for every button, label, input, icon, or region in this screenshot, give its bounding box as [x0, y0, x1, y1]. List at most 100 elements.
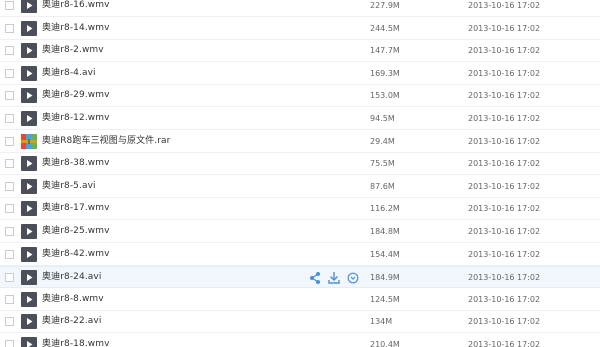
file-name[interactable]: 奥迪r8-38.wmv	[42, 157, 110, 170]
video-file-icon	[21, 156, 37, 172]
video-file-icon	[21, 65, 37, 81]
file-row[interactable]: 奥迪r8-14.wmv 244.5M 2013-10-16 17:02	[0, 17, 600, 40]
file-modified-date: 2013-10-16 17:02	[468, 136, 541, 146]
file-name[interactable]: 奥迪r8-2.wmv	[42, 44, 104, 57]
row-checkbox[interactable]	[5, 227, 14, 236]
video-file-icon	[21, 270, 37, 286]
file-name[interactable]: 奥迪r8-5.avi	[42, 180, 96, 193]
file-name[interactable]: 奥迪R8跑车三视图与原文件.rar	[42, 135, 170, 148]
file-modified-date: 2013-10-16 17:02	[468, 181, 541, 191]
file-size: 154.4M	[370, 249, 400, 259]
file-row[interactable]: 奥迪r8-42.wmv 154.4M 2013-10-16 17:02	[0, 243, 600, 266]
file-modified-date: 2013-10-16 17:02	[468, 249, 541, 259]
file-modified-date: 2013-10-16 17:02	[468, 204, 541, 214]
file-row[interactable]: 奥迪r8-18.wmv 210.4M 2013-10-16 17:02	[0, 334, 600, 347]
file-modified-date: 2013-10-16 17:02	[468, 227, 541, 236]
video-file-icon	[21, 178, 37, 194]
row-checkbox[interactable]	[5, 23, 14, 33]
file-size: 134M	[370, 317, 393, 327]
file-row[interactable]: 奥迪r8-25.wmv 184.8M 2013-10-16 17:02	[0, 221, 600, 243]
row-checkbox[interactable]	[5, 68, 14, 78]
file-row[interactable]: 奥迪r8-12.wmv 94.5M 2013-10-16 17:02	[0, 108, 600, 130]
file-modified-date: 2013-10-16 17:02	[468, 114, 541, 123]
row-checkbox[interactable]	[5, 136, 14, 146]
file-name[interactable]: 奥迪r8-22.avi	[42, 315, 101, 328]
row-checkbox[interactable]	[5, 249, 14, 259]
file-row[interactable]: 奥迪r8-29.wmv 153.0M 2013-10-16 17:02	[0, 85, 600, 108]
file-size: 227.9M	[370, 1, 400, 10]
file-row[interactable]: 奥迪r8-17.wmv 116.2M 2013-10-16 17:02	[0, 198, 600, 221]
file-size: 210.4M	[370, 340, 400, 347]
file-modified-date: 2013-10-16 17:02	[468, 91, 541, 101]
file-row[interactable]: 奥迪r8-24.avi 184.9M 2013-10-16 17:02	[0, 266, 600, 289]
file-row[interactable]: 奥迪r8-2.wmv 147.7M 2013-10-16 17:02	[0, 40, 600, 63]
share-icon[interactable]	[308, 270, 322, 286]
file-name[interactable]: 奥迪r8-42.wmv	[42, 248, 110, 261]
video-file-icon	[21, 43, 37, 59]
row-checkbox[interactable]	[5, 91, 14, 101]
file-size: 244.5M	[370, 23, 400, 33]
file-modified-date: 2013-10-16 17:02	[468, 1, 541, 10]
file-row[interactable]: 奥迪r8-38.wmv 75.5M 2013-10-16 17:02	[0, 153, 600, 176]
file-name[interactable]: 奥迪r8-8.wmv	[42, 293, 104, 306]
file-size: 29.4M	[370, 136, 395, 146]
video-file-icon	[21, 314, 37, 330]
video-file-icon	[21, 201, 37, 217]
file-list: 奥迪r8-16.wmv 227.9M 2013-10-16 17:02 奥迪r8-14…	[0, 0, 600, 347]
file-modified-date: 2013-10-16 17:02	[468, 23, 541, 33]
file-name[interactable]: 奥迪r8-4.avi	[42, 67, 96, 80]
more-icon[interactable]	[346, 270, 360, 286]
download-icon[interactable]	[327, 270, 341, 286]
file-name[interactable]: 奥迪r8-29.wmv	[42, 89, 110, 102]
file-modified-date: 2013-10-16 17:02	[468, 317, 541, 327]
file-modified-date: 2013-10-16 17:02	[468, 340, 541, 347]
file-name[interactable]: 奥迪r8-16.wmv	[42, 0, 110, 12]
file-name[interactable]: 奥迪r8-25.wmv	[42, 225, 110, 238]
file-size: 184.8M	[370, 227, 400, 236]
file-modified-date: 2013-10-16 17:02	[468, 294, 541, 304]
row-checkbox[interactable]	[5, 273, 14, 283]
row-checkbox[interactable]	[5, 114, 14, 123]
video-file-icon	[21, 20, 37, 36]
file-modified-date: 2013-10-16 17:02	[468, 159, 541, 169]
file-size: 169.3M	[370, 68, 400, 78]
video-file-icon	[21, 224, 37, 239]
file-name[interactable]: 奥迪r8-12.wmv	[42, 112, 110, 125]
file-modified-date: 2013-10-16 17:02	[468, 46, 541, 56]
file-row[interactable]: 奥迪r8-16.wmv 227.9M 2013-10-16 17:02	[0, 0, 600, 17]
row-checkbox[interactable]	[5, 340, 14, 347]
row-checkbox[interactable]	[5, 46, 14, 56]
video-file-icon	[21, 246, 37, 262]
file-size: 116.2M	[370, 204, 400, 214]
file-modified-date: 2013-10-16 17:02	[468, 68, 541, 78]
file-row[interactable]: 奥迪r8-5.avi 87.6M 2013-10-16 17:02	[0, 175, 600, 198]
video-file-icon	[21, 291, 37, 307]
file-size: 147.7M	[370, 46, 400, 56]
file-size: 124.5M	[370, 294, 400, 304]
file-size: 87.6M	[370, 181, 395, 191]
file-size: 184.9M	[370, 273, 400, 283]
file-name[interactable]: 奥迪r8-17.wmv	[42, 202, 110, 215]
file-name[interactable]: 奥迪r8-14.wmv	[42, 22, 110, 35]
archive-file-icon	[21, 133, 37, 149]
file-name[interactable]: 奥迪r8-24.avi	[42, 271, 101, 284]
file-modified-date: 2013-10-16 17:02	[468, 273, 541, 283]
file-row[interactable]: 奥迪R8跑车三视图与原文件.rar 29.4M 2013-10-16 17:02	[0, 130, 600, 153]
row-checkbox[interactable]	[5, 294, 14, 304]
row-checkbox[interactable]	[5, 181, 14, 191]
file-size: 94.5M	[370, 114, 395, 123]
row-checkbox[interactable]	[5, 317, 14, 327]
video-file-icon	[21, 111, 37, 126]
file-row[interactable]: 奥迪r8-8.wmv 124.5M 2013-10-16 17:02	[0, 288, 600, 311]
row-checkbox[interactable]	[5, 204, 14, 214]
video-file-icon	[21, 88, 37, 104]
row-checkbox[interactable]	[5, 1, 14, 10]
file-row[interactable]: 奥迪r8-4.avi 169.3M 2013-10-16 17:02	[0, 62, 600, 85]
video-file-icon	[21, 337, 37, 347]
file-row[interactable]: 奥迪r8-22.avi 134M 2013-10-16 17:02	[0, 311, 600, 334]
video-file-icon	[21, 0, 37, 13]
file-size: 153.0M	[370, 91, 400, 101]
row-checkbox[interactable]	[5, 159, 14, 169]
file-size: 75.5M	[370, 159, 395, 169]
file-name[interactable]: 奥迪r8-18.wmv	[42, 338, 110, 347]
